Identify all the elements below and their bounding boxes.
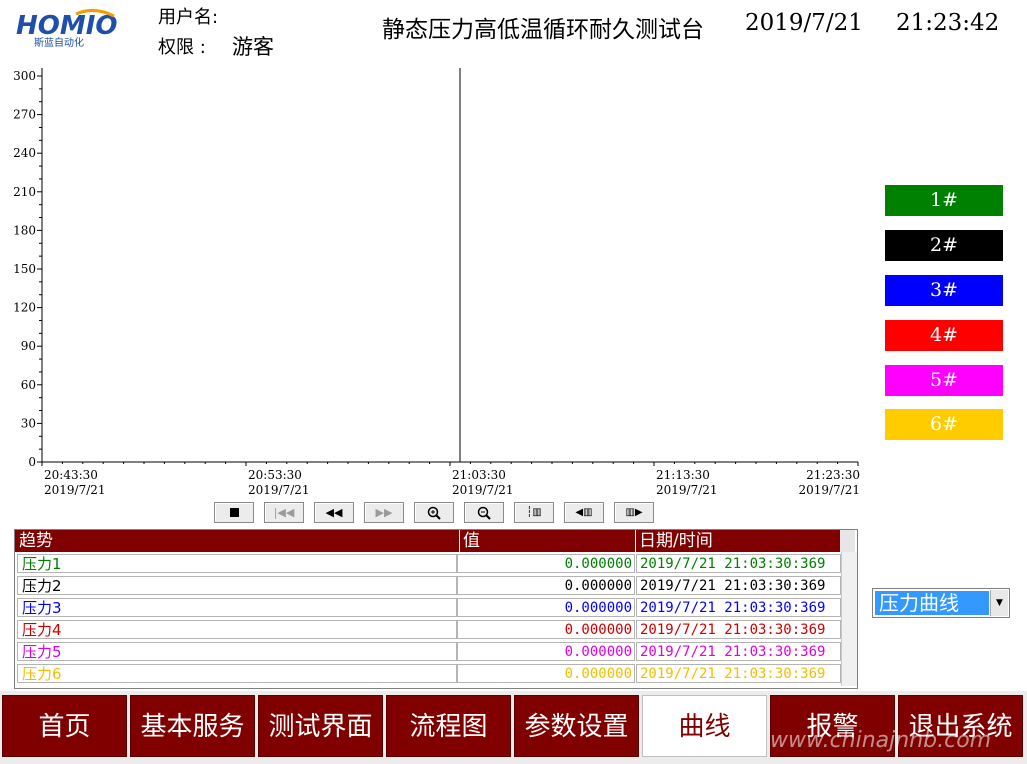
stop-button[interactable] <box>214 502 254 523</box>
cursor-right-icon: ▥▶ <box>625 507 643 518</box>
trend-datetime-cell: 2019/7/21 21:03:30:369 <box>636 642 841 661</box>
table-row[interactable]: 压力2 0.000000 2019/7/21 21:03:30:369 <box>15 576 841 596</box>
table-header: 趋势 值 日期/时间 <box>15 530 855 552</box>
y-tick-label: 270 <box>13 108 36 122</box>
zoom-out-icon <box>477 506 491 520</box>
y-tick-label: 210 <box>13 185 36 199</box>
x-tick-time-label: 20:43:30 <box>44 468 98 482</box>
chart-x-ticks: 20:43:302019/7/2120:53:302019/7/2121:03:… <box>41 462 860 497</box>
trend-datetime-cell: 2019/7/21 21:03:30:369 <box>636 554 841 573</box>
trend-value-cell: 0.000000 <box>457 620 635 639</box>
trend-name-cell: 压力6 <box>17 664 457 683</box>
legend-3[interactable]: 3# <box>885 275 1003 306</box>
y-tick-label: 240 <box>13 146 36 160</box>
first-icon: |◀◀ <box>273 506 295 519</box>
table-row[interactable]: 压力6 0.000000 2019/7/21 21:03:30:369 <box>15 664 841 684</box>
header-trend: 趋势 <box>19 531 53 551</box>
x-tick-time-label: 21:03:30 <box>452 468 506 482</box>
trend-datetime-cell: 2019/7/21 21:03:30:369 <box>636 576 841 595</box>
trend-name-cell: 压力1 <box>17 554 457 573</box>
scrollbar-corner <box>840 530 855 552</box>
x-tick-time-label: 20:53:30 <box>248 468 302 482</box>
first-page-button[interactable]: |◀◀ <box>264 502 304 523</box>
trend-name-cell: 压力4 <box>17 620 457 639</box>
nav-parameter-settings[interactable]: 参数设置 <box>514 695 639 757</box>
trend-name-cell: 压力3 <box>17 598 457 617</box>
table-row[interactable]: 压力5 0.000000 2019/7/21 21:03:30:369 <box>15 642 841 662</box>
y-tick-label: 60 <box>21 378 36 392</box>
table-scrollbar[interactable] <box>841 552 857 686</box>
legend-1[interactable]: 1# <box>885 185 1003 216</box>
chevron-down-icon[interactable]: ▼ <box>990 590 1008 616</box>
trend-name-cell: 压力2 <box>17 576 457 595</box>
chart-y-ticks: 0 30 60 90 120 150 180 210 240 270 300 <box>13 69 42 469</box>
x-tick-time-label: 21:23:30 <box>806 468 860 482</box>
legend-2[interactable]: 2# <box>885 230 1003 261</box>
stop-icon <box>229 508 239 517</box>
trend-value-cell: 0.000000 <box>457 598 635 617</box>
table-row[interactable]: 压力1 0.000000 2019/7/21 21:03:30:369 <box>15 554 841 574</box>
x-tick-date-label: 2019/7/21 <box>248 483 310 497</box>
cursor-left-button[interactable]: ◀▥ <box>564 502 604 523</box>
trend-datetime-cell: 2019/7/21 21:03:30:369 <box>636 620 841 639</box>
curve-type-select[interactable]: 压力曲线 ▼ <box>872 588 1010 618</box>
trend-datetime-cell: 2019/7/21 21:03:30:369 <box>636 598 841 617</box>
forward-button[interactable]: ▶▶ <box>364 502 404 523</box>
cursor-right-button[interactable]: ▥▶ <box>614 502 654 523</box>
nav-test-interface[interactable]: 测试界面 <box>258 695 383 757</box>
x-tick-time-label: 21:13:30 <box>656 468 710 482</box>
cursor-left-icon: ◀▥ <box>575 507 593 518</box>
homio-logo: HOMIO 斯蓝自动化 <box>14 8 142 49</box>
nav-curve[interactable]: 曲线 <box>642 695 767 757</box>
header-time: 21:23:42 <box>896 10 1000 36</box>
trend-datetime-cell: 2019/7/21 21:03:30:369 <box>636 664 841 683</box>
legend-5[interactable]: 5# <box>885 365 1003 396</box>
logo-text: HOMIO <box>16 11 118 41</box>
legend-4[interactable]: 4# <box>885 320 1003 351</box>
watermark: www.chinajnhb.com <box>770 728 992 753</box>
y-tick-label: 120 <box>13 301 36 315</box>
permission-label: 权限 : <box>158 37 206 58</box>
curve-select-value: 压力曲线 <box>875 591 989 615</box>
trend-name-cell: 压力5 <box>17 642 457 661</box>
legend-6[interactable]: 6# <box>885 409 1003 440</box>
nav-home[interactable]: 首页 <box>2 695 127 757</box>
y-tick-label: 180 <box>13 223 36 237</box>
trend-value-cell: 0.000000 <box>457 642 635 661</box>
table-row[interactable]: 压力3 0.000000 2019/7/21 21:03:30:369 <box>15 598 841 618</box>
nav-flowchart[interactable]: 流程图 <box>386 695 511 757</box>
x-tick-date-label: 2019/7/21 <box>798 483 860 497</box>
y-tick-label: 150 <box>13 262 36 276</box>
x-tick-date-label: 2019/7/21 <box>44 483 106 497</box>
zoom-in-icon <box>427 506 441 520</box>
permission-value: 游客 <box>232 35 274 59</box>
y-tick-label: 300 <box>13 69 36 83</box>
cursor-icon: ┆▥ <box>526 507 542 518</box>
chart-axes <box>41 68 858 463</box>
y-tick-label: 30 <box>21 416 36 430</box>
logo-subtext: 斯蓝自动化 <box>34 36 84 48</box>
user-label: 用户名: <box>158 7 219 28</box>
zoom-out-button[interactable] <box>464 502 504 523</box>
pressure-trend-chart[interactable]: 0306090120150180210240270300 20:43:30201… <box>0 60 870 505</box>
cursor-button[interactable]: ┆▥ <box>514 502 554 523</box>
zoom-in-button[interactable] <box>414 502 454 523</box>
app-title: 静态压力高低温循环耐久测试台 <box>382 17 704 43</box>
rewind-icon: ◀◀ <box>325 506 343 519</box>
trend-value-table: 趋势 值 日期/时间 压力1 0.000000 2019/7/21 21:03:30… <box>14 529 858 689</box>
header-value: 值 <box>459 530 480 552</box>
y-tick-label: 0 <box>28 455 36 469</box>
forward-icon: ▶▶ <box>375 506 393 519</box>
table-row[interactable]: 压力4 0.000000 2019/7/21 21:03:30:369 <box>15 620 841 640</box>
nav-basic-service[interactable]: 基本服务 <box>130 695 255 757</box>
trend-value-cell: 0.000000 <box>457 664 635 683</box>
rewind-button[interactable]: ◀◀ <box>314 502 354 523</box>
trend-value-cell: 0.000000 <box>457 554 635 573</box>
header-datetime: 日期/时间 <box>635 530 713 552</box>
trend-value-cell: 0.000000 <box>457 576 635 595</box>
header-date: 2019/7/21 <box>745 10 863 36</box>
y-tick-label: 90 <box>21 339 36 353</box>
x-tick-date-label: 2019/7/21 <box>452 483 514 497</box>
x-tick-date-label: 2019/7/21 <box>656 483 718 497</box>
